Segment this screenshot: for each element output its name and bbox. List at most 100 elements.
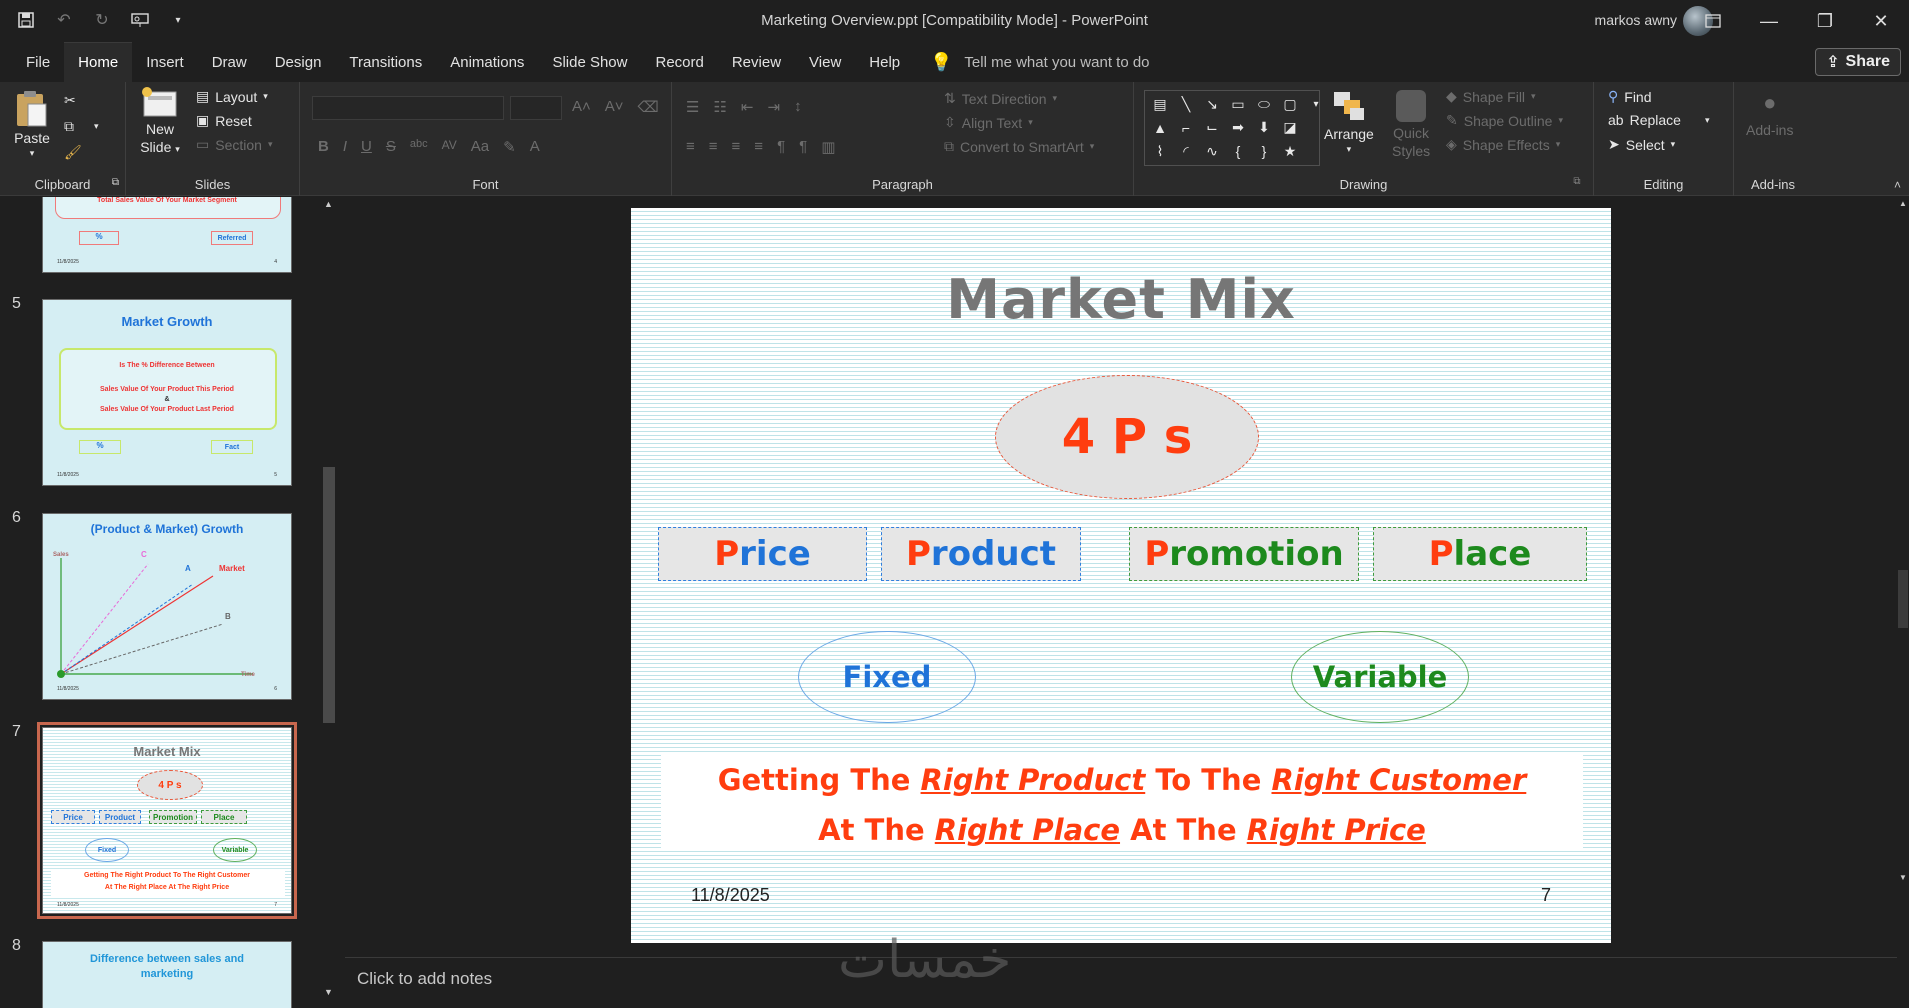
tab-home[interactable]: Home xyxy=(64,42,133,82)
reset-button[interactable]: ▣ Reset xyxy=(196,112,252,129)
fixed-oval[interactable]: Fixed xyxy=(798,631,976,723)
rtl-icon[interactable]: ¶ xyxy=(799,138,807,156)
font-color-icon[interactable]: A xyxy=(530,138,540,156)
right-brace-shape-icon[interactable]: } xyxy=(1253,142,1275,161)
tab-slide-show[interactable]: Slide Show xyxy=(538,42,641,82)
slide-thumb-8[interactable]: Difference between sales and marketing xyxy=(42,941,292,1008)
slide-thumb-6[interactable]: (Product & Market) Growth Sales Time Mar… xyxy=(42,513,292,700)
decrease-indent-icon[interactable]: ⇤ xyxy=(741,98,754,116)
edit-scroll-down-icon[interactable]: ▼ xyxy=(1899,873,1907,882)
underline-icon[interactable]: U xyxy=(361,138,372,156)
quick-styles-button[interactable]: Quick Styles xyxy=(1392,88,1430,160)
tab-view[interactable]: View xyxy=(795,42,855,82)
line-spacing-icon[interactable]: ↕ xyxy=(794,98,802,116)
addins-button[interactable]: ● Add-ins xyxy=(1746,90,1793,138)
tab-file[interactable]: File xyxy=(12,42,64,82)
minimize-icon[interactable]: — xyxy=(1741,0,1797,42)
columns-icon[interactable]: ▥ xyxy=(821,138,835,156)
justify-icon[interactable]: ≡ xyxy=(754,138,763,156)
tab-draw[interactable]: Draw xyxy=(198,42,261,82)
price-box[interactable]: Price xyxy=(658,527,867,581)
current-slide[interactable]: Market Mix 4 P s Price Product Promotion… xyxy=(631,208,1611,943)
font-size-input[interactable] xyxy=(510,96,562,120)
tell-me-search[interactable]: 💡 Tell me what you want to do xyxy=(930,52,1150,73)
oval-shape-icon[interactable]: ⬭ xyxy=(1253,95,1275,114)
edit-scroll-thumb[interactable] xyxy=(1898,570,1908,628)
text-direction-button[interactable]: ⇅ Text Direction ▾ xyxy=(944,90,1057,107)
shape-fill-button[interactable]: ◆ Shape Fill ▾ xyxy=(1446,88,1536,105)
char-spacing-icon[interactable]: AV xyxy=(442,138,457,156)
highlight-icon[interactable]: ✎ xyxy=(503,138,516,156)
slide-thumb-5[interactable]: Market Growth Is The % Difference Betwee… xyxy=(42,299,292,486)
slide-thumb-4[interactable]: Total Sales Value Of Your Market Segment… xyxy=(42,197,292,273)
paste-button[interactable]: Paste ▾ xyxy=(14,90,50,159)
collapse-ribbon-icon[interactable]: ˄ xyxy=(1894,178,1901,192)
ribbon-display-icon[interactable] xyxy=(1685,0,1741,42)
flowchart-shape-icon[interactable]: ◪ xyxy=(1279,118,1301,137)
freeform-shape-icon[interactable]: ⌇ xyxy=(1149,142,1171,161)
rounded-rect-shape-icon[interactable]: ▢ xyxy=(1279,95,1301,114)
cut-icon[interactable]: ✂ xyxy=(64,92,76,109)
thumbnail-scroll-thumb[interactable] xyxy=(323,467,335,723)
star-shape-icon[interactable]: ★ xyxy=(1279,142,1301,161)
user-name[interactable]: markos awny xyxy=(1595,12,1677,28)
section-button[interactable]: ▭ Section ▾ xyxy=(196,136,272,153)
slide-date[interactable]: 11/8/2025 xyxy=(691,885,770,906)
elbow-connector-icon[interactable]: ⌐ xyxy=(1175,118,1197,137)
dialog-launcher-icon[interactable]: ⧉ xyxy=(112,177,119,188)
left-brace-shape-icon[interactable]: { xyxy=(1227,142,1249,161)
curve-shape-icon[interactable]: ∿ xyxy=(1201,142,1223,161)
tab-review[interactable]: Review xyxy=(718,42,795,82)
grow-font-icon[interactable]: A˄ xyxy=(572,98,591,116)
italic-icon[interactable]: I xyxy=(343,138,347,156)
font-name-input[interactable] xyxy=(312,96,504,120)
right-arrow-shape-icon[interactable]: ➡ xyxy=(1227,118,1249,137)
find-button[interactable]: ⚲ Find xyxy=(1608,88,1652,105)
line-shape-icon[interactable]: ╲ xyxy=(1175,95,1197,114)
down-arrow-shape-icon[interactable]: ⬇ xyxy=(1253,118,1275,137)
bullets-icon[interactable]: ☰ xyxy=(686,98,699,116)
place-box[interactable]: Place xyxy=(1373,527,1587,581)
align-left-icon[interactable]: ≡ xyxy=(686,138,695,156)
scroll-down-icon[interactable]: ▼ xyxy=(324,987,333,997)
ltr-icon[interactable]: ¶ xyxy=(777,138,785,156)
slide-title[interactable]: Market Mix xyxy=(631,268,1611,331)
shapes-gallery[interactable]: ▤ ╲ ↘ ▭ ⬭ ▢ ▾ ▲ ⌐ ⌙ ➡ ⬇ ◪ ⌇ ◜ ∿ { } ★ xyxy=(1144,90,1320,166)
replace-button[interactable]: ab Replace ▾ xyxy=(1608,112,1709,128)
curved-connector-icon[interactable]: ⌙ xyxy=(1201,118,1223,137)
select-button[interactable]: ➤ Select ▾ xyxy=(1608,136,1675,153)
close-icon[interactable]: ✕ xyxy=(1853,0,1909,42)
four-ps-oval[interactable]: 4 P s xyxy=(995,375,1259,499)
tab-help[interactable]: Help xyxy=(855,42,914,82)
align-text-button[interactable]: ⇳ Align Text ▾ xyxy=(944,114,1033,131)
arrange-button[interactable]: Arrange ▾ xyxy=(1324,88,1374,155)
arc-shape-icon[interactable]: ◜ xyxy=(1175,142,1197,161)
tab-design[interactable]: Design xyxy=(261,42,336,82)
promotion-box[interactable]: Promotion xyxy=(1129,527,1359,581)
triangle-shape-icon[interactable]: ▲ xyxy=(1149,118,1171,137)
shrink-font-icon[interactable]: A˅ xyxy=(605,98,624,116)
tab-insert[interactable]: Insert xyxy=(132,42,198,82)
layout-button[interactable]: ▤ Layout ▾ xyxy=(196,88,268,105)
tab-animations[interactable]: Animations xyxy=(436,42,538,82)
convert-smartart-button[interactable]: ⧉ Convert to SmartArt ▾ xyxy=(944,138,1094,155)
tab-transitions[interactable]: Transitions xyxy=(335,42,436,82)
tab-record[interactable]: Record xyxy=(641,42,717,82)
drawing-dialog-launcher-icon[interactable]: ⧉ xyxy=(1570,176,1584,187)
copy-icon[interactable]: ⧉ ▾ xyxy=(64,118,99,135)
tagline-box[interactable]: Getting The Right Product To The Right C… xyxy=(661,755,1583,849)
edit-scrollbar[interactable]: ▲ ▼ xyxy=(1897,197,1909,887)
increase-indent-icon[interactable]: ⇥ xyxy=(767,98,780,116)
rectangle-shape-icon[interactable]: ▭ xyxy=(1227,95,1249,114)
clear-formatting-icon[interactable]: ⌫ xyxy=(638,98,659,116)
textbox-shape-icon[interactable]: ▤ xyxy=(1149,95,1171,114)
variable-oval[interactable]: Variable xyxy=(1291,631,1469,723)
strike-abc-icon[interactable]: abc xyxy=(410,138,428,156)
numbering-icon[interactable]: ☷ xyxy=(713,98,726,116)
thumbnail-scrollbar[interactable]: ▲ ▼ xyxy=(318,197,340,1000)
new-slide-button[interactable]: New Slide ▾ xyxy=(140,86,180,158)
change-case-icon[interactable]: Aa xyxy=(471,138,489,156)
arrow-line-shape-icon[interactable]: ↘ xyxy=(1201,95,1223,114)
slide-thumb-7[interactable]: Market Mix 4 P s Price Product Promotion… xyxy=(37,722,297,919)
shape-effects-button[interactable]: ◈ Shape Effects ▾ xyxy=(1446,136,1560,153)
